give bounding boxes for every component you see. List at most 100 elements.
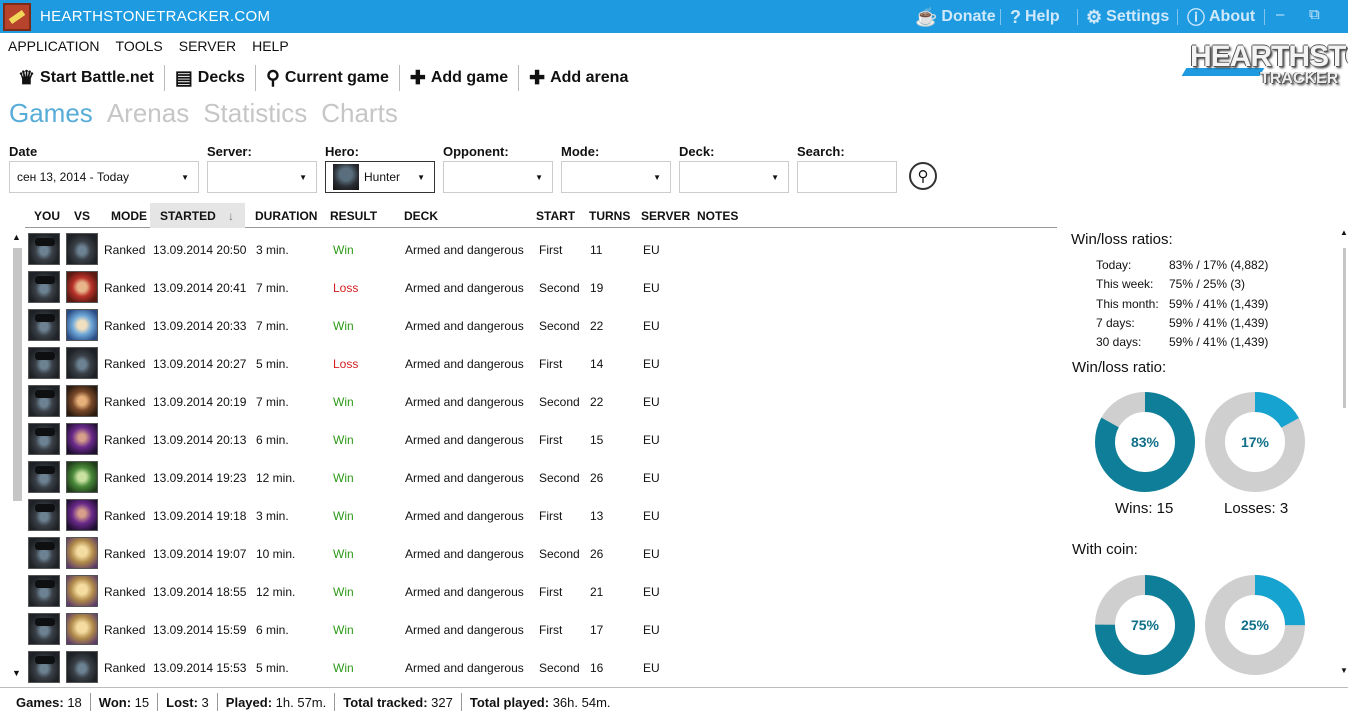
warlock-portrait-icon [66, 499, 98, 531]
cell-start: Second [539, 471, 580, 485]
donate-button[interactable]: ☕ Donate [915, 7, 996, 27]
search-button[interactable]: ⚲ [909, 162, 937, 190]
cell-deck: Armed and dangerous [405, 357, 524, 371]
tab-statistics[interactable]: Statistics [203, 98, 307, 129]
cell-start: Second [539, 319, 580, 333]
column-mode[interactable]: MODE [111, 209, 147, 223]
hunter-portrait-icon [28, 233, 60, 265]
cell-deck: Armed and dangerous [405, 243, 524, 257]
column-notes[interactable]: NOTES [697, 209, 738, 223]
section-tabs: Games Arenas Statistics Charts [9, 98, 398, 129]
cell-turns: 14 [590, 357, 604, 371]
scroll-down-arrow-icon[interactable]: ▼ [1340, 666, 1348, 675]
about-button[interactable]: ⓘ About [1187, 7, 1255, 28]
menu-application[interactable]: APPLICATION [0, 35, 108, 57]
tab-arenas[interactable]: Arenas [107, 98, 189, 129]
column-started[interactable]: STARTED [160, 209, 216, 223]
cell-start: First [539, 243, 563, 257]
hunter-portrait-icon [28, 423, 60, 455]
scroll-up-arrow-icon[interactable]: ▲ [1340, 228, 1348, 237]
hero-select[interactable]: Hunter ▼ [325, 161, 435, 193]
cell-duration: 3 min. [256, 243, 289, 257]
date-range-select[interactable]: сен 13, 2014 - Today ▼ [9, 161, 199, 193]
donut-percent-label: 25% [1241, 617, 1270, 633]
column-vs[interactable]: VS [74, 209, 90, 223]
cell-result: Win [333, 661, 354, 675]
donut-percent-label: 83% [1131, 434, 1160, 450]
cell-duration: 5 min. [256, 661, 289, 675]
table-row[interactable]: Ranked 13.09.2014 19:23 12 min. Win Armed an… [25, 459, 1055, 497]
column-deck[interactable]: DECK [404, 209, 438, 223]
cell-deck: Armed and dangerous [405, 471, 524, 485]
cell-deck: Armed and dangerous [405, 395, 524, 409]
help-button[interactable]: ? Help [1010, 7, 1060, 27]
table-row[interactable]: Ranked 13.09.2014 15:59 6 min. Win Armed and… [25, 611, 1055, 649]
column-turns[interactable]: TURNS [589, 209, 630, 223]
table-row[interactable]: Ranked 13.09.2014 19:18 3 min. Win Armed and… [25, 497, 1055, 535]
menu-tools[interactable]: TOOLS [108, 35, 171, 57]
table-row[interactable]: Ranked 13.09.2014 20:33 7 min. Win Armed and… [25, 307, 1055, 345]
cell-started: 13.09.2014 19:07 [153, 547, 247, 561]
table-row[interactable]: Ranked 13.09.2014 19:07 10 min. Win Armed an… [25, 535, 1055, 573]
minimize-button[interactable]: – [1276, 6, 1284, 23]
stats-scrollbar[interactable]: ▲ ▼ [1340, 228, 1348, 684]
cell-duration: 6 min. [256, 433, 289, 447]
opponent-select[interactable]: ▼ [443, 161, 553, 193]
mode-select[interactable]: ▼ [561, 161, 671, 193]
scroll-up-arrow-icon[interactable]: ▲ [12, 232, 21, 242]
hunter-portrait-icon [66, 233, 98, 265]
cell-turns: 21 [590, 585, 604, 599]
column-duration[interactable]: DURATION [255, 209, 317, 223]
hero-filter-label: Hero: [325, 144, 359, 159]
menu-server[interactable]: SERVER [171, 35, 244, 57]
add-game-button[interactable]: ✚ Add game [400, 63, 518, 93]
current-game-button[interactable]: ⚲ Current game [256, 63, 399, 93]
tab-games[interactable]: Games [9, 98, 93, 129]
cup-icon: ☕ [915, 6, 938, 27]
decks-button[interactable]: ▤ Decks [165, 63, 255, 93]
add-arena-button[interactable]: ✚ Add arena [519, 63, 638, 93]
status-lost: Lost: 3 [158, 695, 217, 710]
scroll-thumb[interactable] [13, 248, 22, 501]
scroll-thumb[interactable] [1343, 248, 1346, 408]
rogue-portrait-icon [66, 385, 98, 417]
column-server[interactable]: SERVER [641, 209, 690, 223]
cell-start: First [539, 585, 563, 599]
status-games-label: Games: [16, 694, 64, 710]
cell-started: 13.09.2014 20:50 [153, 243, 247, 257]
table-row[interactable]: Ranked 13.09.2014 15:53 5 min. Win Armed and… [25, 649, 1055, 687]
status-games: Games: 18 [8, 695, 90, 710]
cell-turns: 15 [590, 433, 604, 447]
table-row[interactable]: Ranked 13.09.2014 20:27 5 min. Loss Armed an… [25, 345, 1055, 383]
add-arena-label: Add arena [550, 69, 629, 86]
cell-result: Win [333, 509, 354, 523]
hunter-portrait-icon [28, 499, 60, 531]
logo-line1: HEARTHSTONE [1190, 40, 1348, 73]
start-battlenet-button[interactable]: ♛ Start Battle.net [8, 63, 164, 93]
cell-duration: 6 min. [256, 623, 289, 637]
table-row[interactable]: Ranked 13.09.2014 20:50 3 min. Win Armed and… [25, 231, 1055, 269]
deck-select[interactable]: ▼ [679, 161, 789, 193]
search-input[interactable] [797, 161, 897, 193]
cell-start: Second [539, 547, 580, 561]
cell-started: 13.09.2014 15:59 [153, 623, 247, 637]
table-row[interactable]: Ranked 13.09.2014 18:55 12 min. Win Armed an… [25, 573, 1055, 611]
scroll-down-arrow-icon[interactable]: ▼ [12, 668, 21, 678]
games-scrollbar[interactable]: ▲ ▼ [10, 232, 24, 680]
dropdown-arrow-icon: ▼ [299, 173, 307, 182]
cell-result: Win [333, 433, 354, 447]
column-you[interactable]: YOU [34, 209, 60, 223]
table-row[interactable]: Ranked 13.09.2014 20:41 7 min. Loss Armed an… [25, 269, 1055, 307]
server-select[interactable]: ▼ [207, 161, 317, 193]
menu-help[interactable]: HELP [244, 35, 297, 57]
table-row[interactable]: Ranked 13.09.2014 20:19 7 min. Win Armed and… [25, 383, 1055, 421]
dropdown-arrow-icon: ▼ [653, 173, 661, 182]
settings-button[interactable]: ⚙ Settings [1086, 7, 1169, 27]
column-result[interactable]: RESULT [330, 209, 377, 223]
tab-charts[interactable]: Charts [321, 98, 398, 129]
table-row[interactable]: Ranked 13.09.2014 20:13 6 min. Win Armed and… [25, 421, 1055, 459]
cell-server: EU [643, 585, 660, 599]
opponent-filter-label: Opponent: [443, 144, 509, 159]
column-start[interactable]: START [536, 209, 575, 223]
maximize-button[interactable]: ⧉ [1309, 6, 1320, 23]
